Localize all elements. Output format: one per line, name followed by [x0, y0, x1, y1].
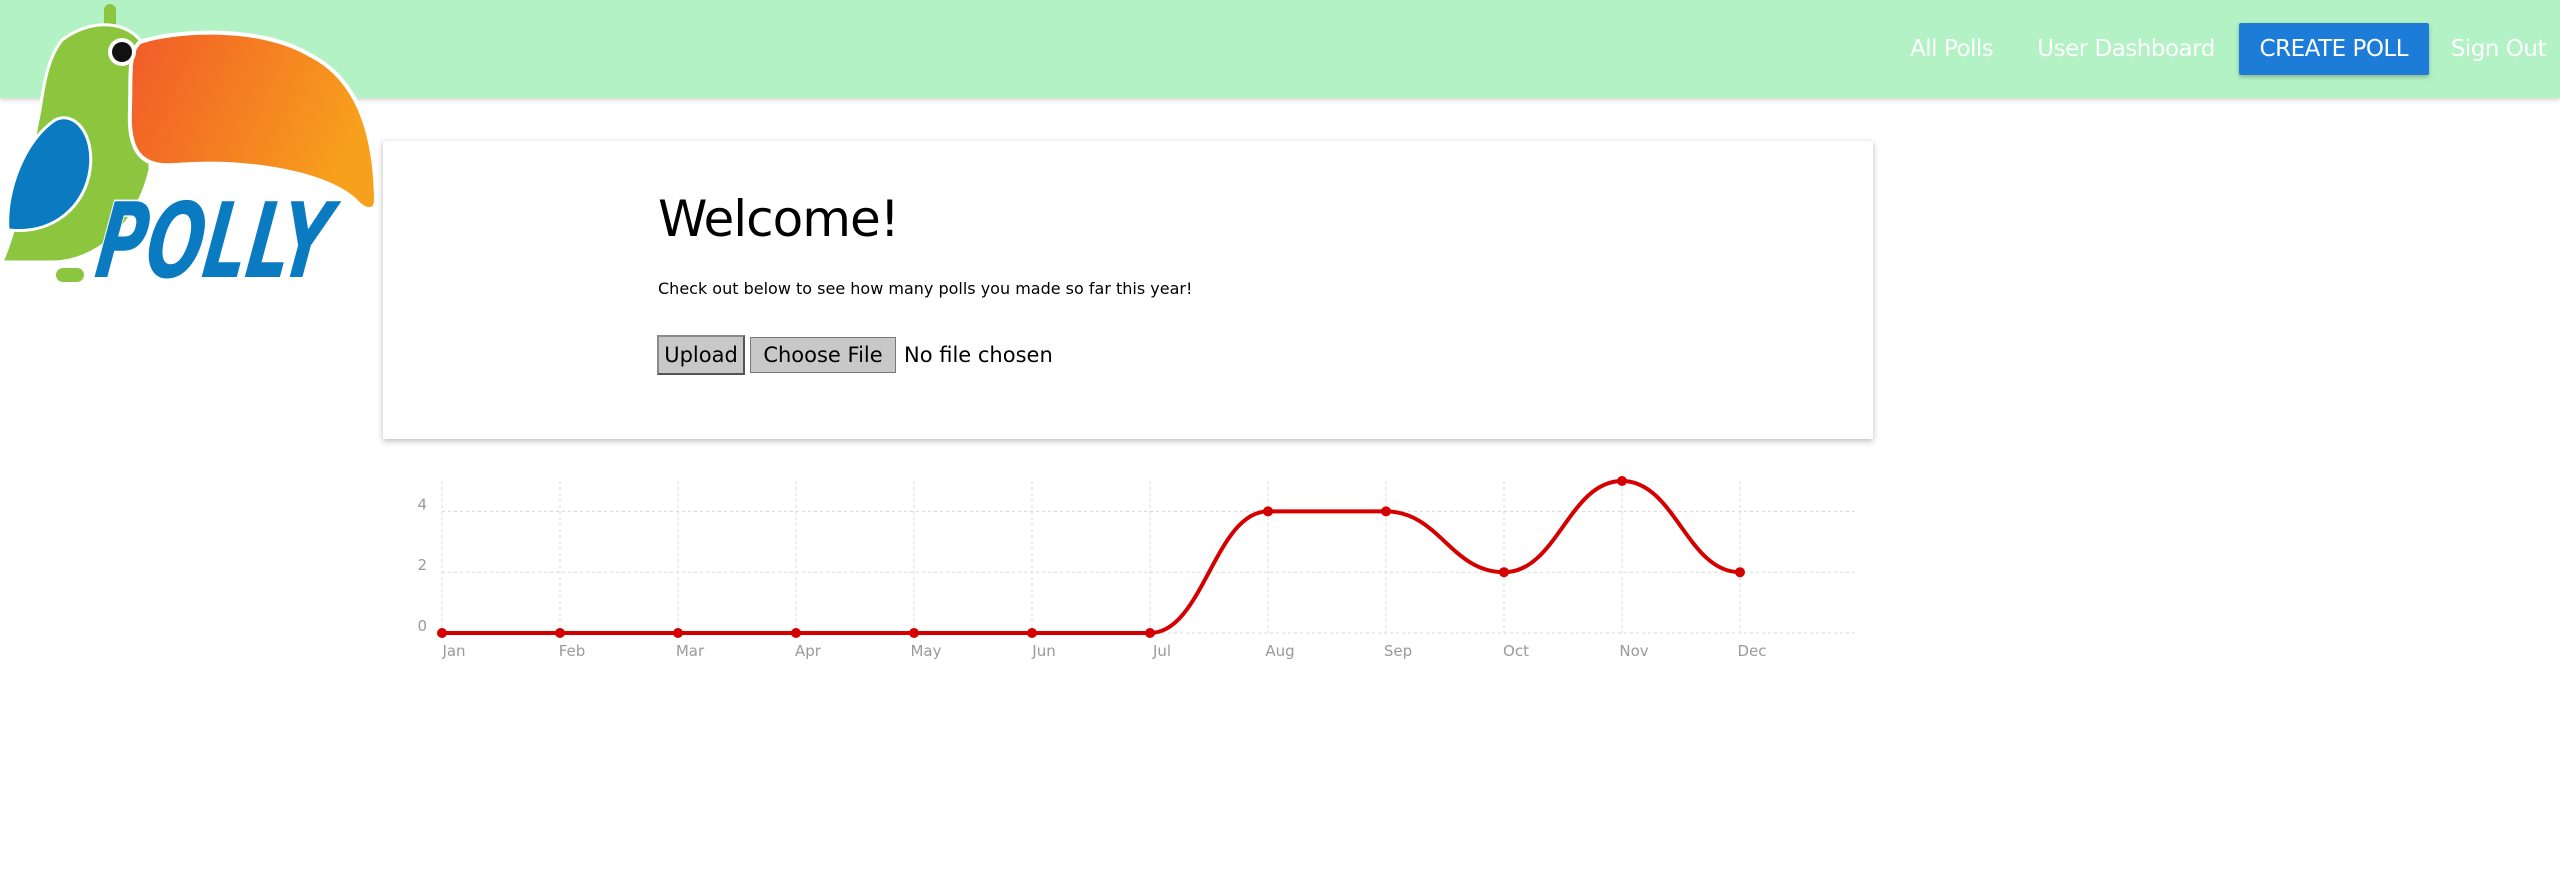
choose-file-button[interactable]: Choose File: [750, 337, 896, 373]
upload-button[interactable]: Upload: [657, 335, 745, 375]
y-tick-label: 0: [417, 617, 427, 635]
data-point: [1263, 506, 1273, 517]
upload-row: Upload Choose File No file chosen: [657, 335, 1053, 375]
y-tick-label: 4: [417, 495, 427, 513]
welcome-card: Welcome! Check out below to see how many…: [383, 141, 1873, 439]
create-poll-button[interactable]: CREATE POLL: [2238, 23, 2429, 75]
welcome-title: Welcome!: [658, 190, 900, 248]
data-point: [555, 628, 565, 638]
nav-sign-out-link[interactable]: Sign Out: [2451, 36, 2547, 62]
x-tick-label: May: [910, 642, 941, 660]
x-tick-label: Oct: [1503, 642, 1529, 660]
x-tick-label: Jun: [1031, 642, 1055, 660]
data-point: [673, 628, 683, 638]
x-tick-label: Jul: [1152, 642, 1171, 660]
x-tick-label: Nov: [1619, 642, 1648, 660]
x-tick-label: Dec: [1737, 642, 1766, 660]
x-tick-label: Sep: [1384, 642, 1412, 660]
y-tick-label: 2: [417, 556, 427, 574]
data-point: [437, 628, 447, 638]
nav-all-polls-link[interactable]: All Polls: [1910, 36, 1994, 62]
data-point: [1617, 476, 1627, 486]
data-point: [1381, 506, 1391, 517]
x-tick-label: Feb: [559, 642, 586, 660]
data-point: [791, 628, 801, 638]
x-tick-label: Mar: [676, 642, 705, 660]
polls-line-chart: 0 2 4 Jan Feb Mar Apr May Jun Jul Aug Sep Oct Nov Dec: [417, 476, 1858, 660]
series-line: [442, 478, 1741, 635]
welcome-subtitle: Check out below to see how many polls yo…: [658, 279, 1193, 298]
data-point: [909, 628, 919, 638]
nav-links: All Polls User Dashboard CREATE POLL Sig…: [1910, 0, 2560, 98]
data-point: [1499, 567, 1509, 578]
polly-logo[interactable]: POLLY: [0, 0, 380, 290]
data-point: [1735, 567, 1745, 578]
data-point: [1027, 628, 1037, 638]
data-point: [1145, 628, 1155, 638]
x-tick-label: Apr: [795, 642, 822, 660]
x-tick-label: Aug: [1265, 642, 1294, 660]
x-tick-label: Jan: [441, 642, 465, 660]
top-navbar: All Polls User Dashboard CREATE POLL Sig…: [0, 0, 2560, 98]
file-status-text: No file chosen: [904, 343, 1053, 367]
logo-text: POLLY: [90, 180, 345, 290]
nav-user-dashboard-link[interactable]: User Dashboard: [2037, 36, 2215, 62]
